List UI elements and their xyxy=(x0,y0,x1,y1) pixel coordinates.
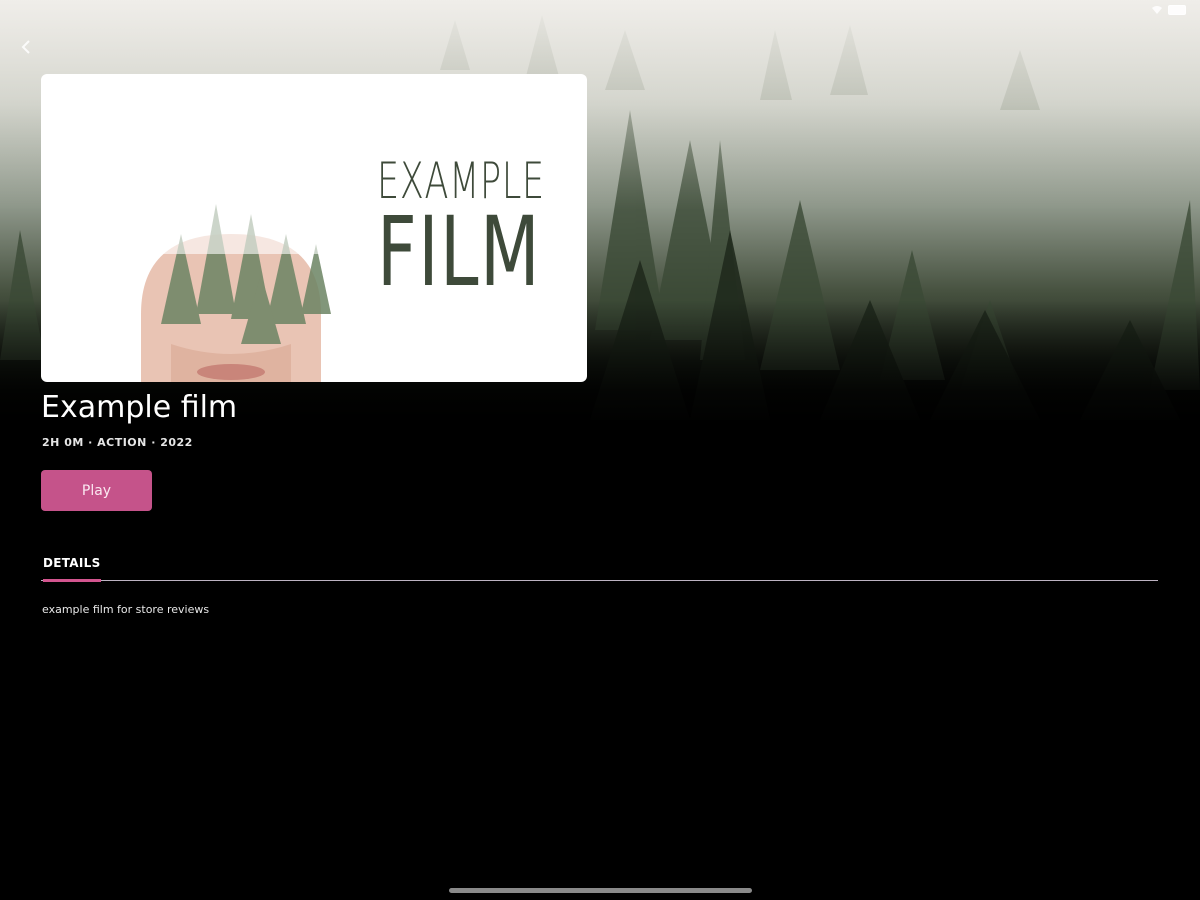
film-poster: EXAMPLE FILM xyxy=(41,74,587,382)
tab-details[interactable]: DETAILS xyxy=(43,556,101,570)
chevron-left-icon xyxy=(21,40,30,54)
status-icons xyxy=(1152,5,1186,15)
film-meta: 2H 0M · ACTION · 2022 xyxy=(42,436,193,449)
poster-title: EXAMPLE FILM xyxy=(377,154,557,300)
tab-active-indicator xyxy=(43,579,101,582)
tab-bar: DETAILS xyxy=(41,552,1158,582)
film-description: example film for store reviews xyxy=(42,603,210,616)
play-button[interactable]: Play xyxy=(41,470,152,511)
home-indicator[interactable] xyxy=(449,888,752,893)
tab-divider xyxy=(41,580,1158,581)
back-button[interactable] xyxy=(16,36,38,58)
status-bar xyxy=(0,0,1200,22)
poster-title-line2: FILM xyxy=(377,196,542,308)
film-title: Example film xyxy=(41,390,238,425)
poster-face-image xyxy=(121,194,351,382)
wifi-icon xyxy=(1152,6,1162,14)
battery-icon xyxy=(1168,5,1186,15)
